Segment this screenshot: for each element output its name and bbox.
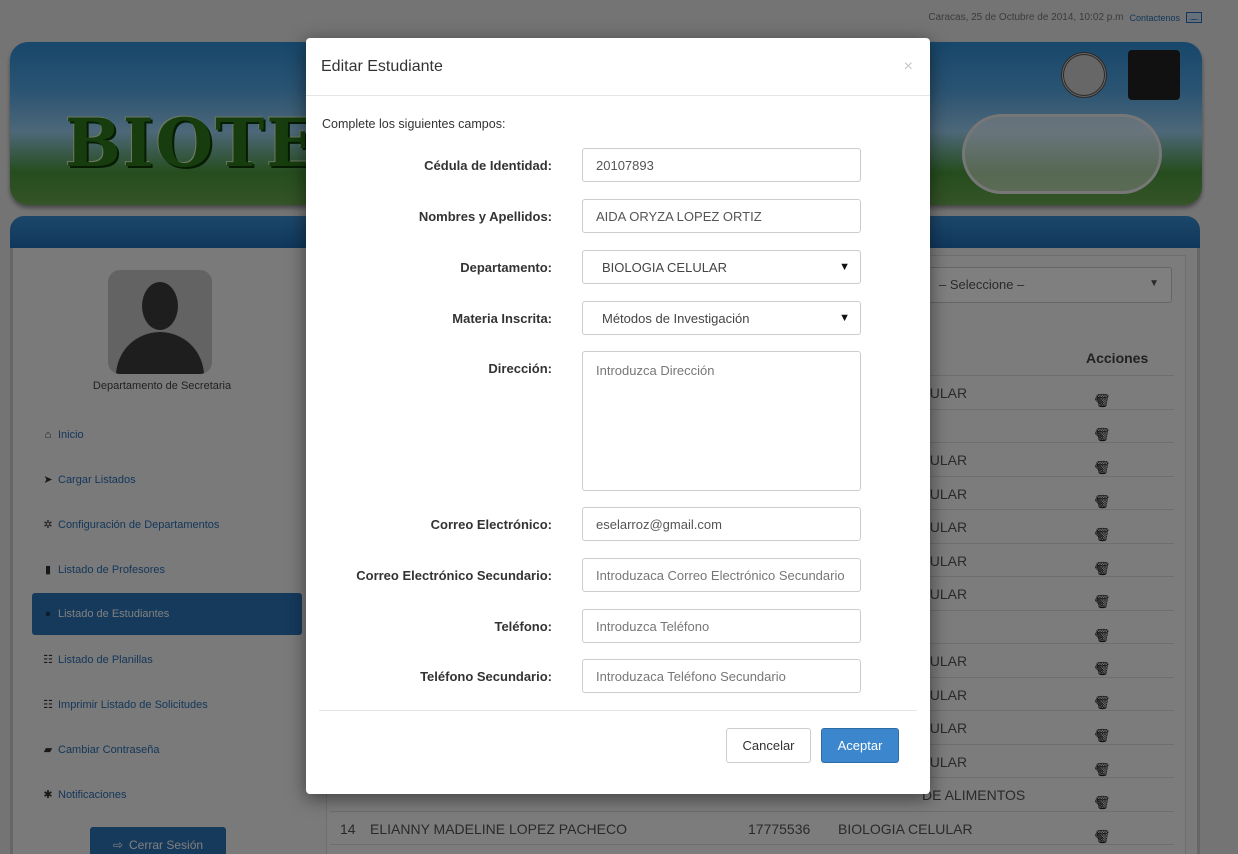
modal-footer-divider [319,710,917,711]
nombres-label: Nombres y Apellidos: [418,209,552,224]
modal-header: Editar Estudiante × [306,38,930,96]
modal-title: Editar Estudiante [321,58,443,75]
correo-field[interactable] [582,507,861,541]
cedula-field[interactable] [582,148,861,182]
accept-button[interactable]: Aceptar [821,728,899,763]
telefono-secundario-field[interactable] [582,659,861,693]
materia-select[interactable]: Métodos de Investigación ▼ [582,301,861,335]
materia-label: Materia Inscrita: [452,311,552,326]
correo-label: Correo Electrónico: [430,517,552,532]
direccion-field[interactable] [582,351,861,491]
departamento-label: Departamento: [460,260,552,275]
cedula-label: Cédula de Identidad: [424,158,552,173]
telefono-field[interactable] [582,609,861,643]
edit-student-modal: Editar Estudiante × Complete los siguien… [306,38,930,794]
nombres-field[interactable] [582,199,861,233]
close-icon[interactable]: × [904,58,913,76]
correo-secundario-label: Correo Electrónico Secundario: [356,568,552,583]
departamento-select[interactable]: BIOLOGIA CELULAR ▼ [582,250,861,284]
telefono-secundario-label: Teléfono Secundario: [420,669,552,684]
form-intro-text: Complete los siguientes campos: [322,117,506,131]
cancel-button[interactable]: Cancelar [726,728,811,763]
telefono-label: Teléfono: [494,619,552,634]
chevron-down-icon: ▼ [839,261,850,273]
materia-select-value: Métodos de Investigación [602,310,750,326]
correo-secundario-field[interactable] [582,558,861,592]
departamento-select-value: BIOLOGIA CELULAR [602,259,727,275]
direccion-label: Dirección: [488,361,552,376]
chevron-down-icon: ▼ [839,312,850,324]
